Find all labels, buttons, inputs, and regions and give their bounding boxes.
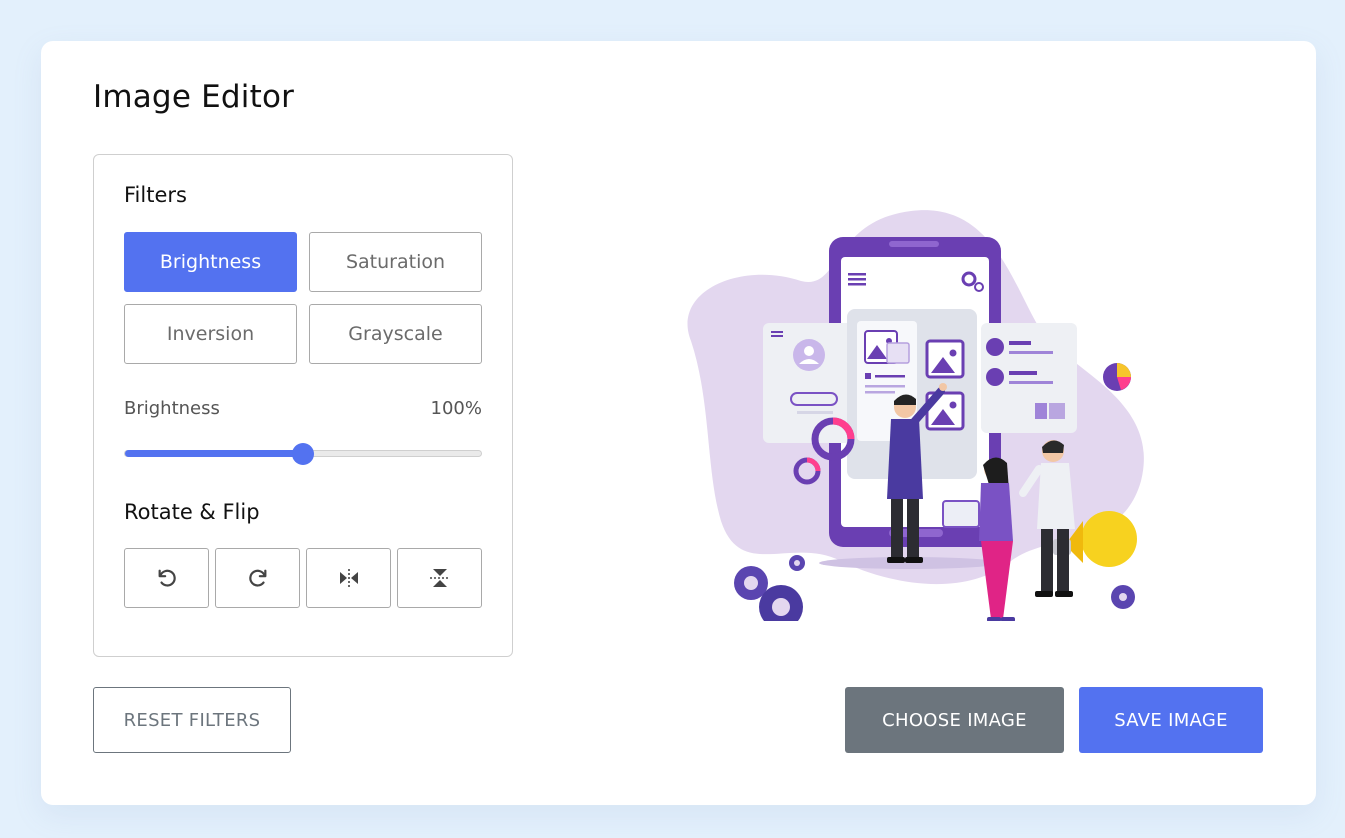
- filter-grayscale-button[interactable]: Grayscale: [309, 304, 482, 364]
- filters-heading: Filters: [124, 183, 187, 207]
- rotate-flip-heading: Rotate & Flip: [124, 500, 260, 524]
- flip-horizontal-button[interactable]: [306, 548, 391, 608]
- editor-panel: Filters Brightness Saturation Inversion …: [93, 154, 513, 657]
- filter-saturation-button[interactable]: Saturation: [309, 232, 482, 292]
- reset-filters-button[interactable]: RESET FILTERS: [93, 687, 291, 753]
- rotate-right-button[interactable]: [215, 548, 300, 608]
- flip-vertical-button[interactable]: [397, 548, 482, 608]
- flip-horizontal-icon: [339, 569, 358, 587]
- flip-vertical-icon: [429, 569, 450, 587]
- filter-brightness-button[interactable]: Brightness: [124, 232, 297, 292]
- choose-image-button[interactable]: CHOOSE IMAGE: [845, 687, 1064, 753]
- filter-slider[interactable]: [124, 443, 482, 465]
- image-editor-card: Image Editor Filters Brightness Saturati…: [41, 41, 1316, 805]
- slider-label: Brightness: [124, 398, 220, 419]
- page-title: Image Editor: [93, 79, 295, 115]
- filter-inversion-button[interactable]: Inversion: [124, 304, 297, 364]
- slider-thumb[interactable]: [292, 443, 314, 465]
- save-image-button[interactable]: SAVE IMAGE: [1079, 687, 1263, 753]
- rotate-left-button[interactable]: [124, 548, 209, 608]
- slider-value: 100%: [430, 398, 482, 419]
- image-preview: [651, 201, 1151, 640]
- rotate-right-icon: [248, 569, 266, 587]
- rotate-left-icon: [158, 569, 176, 587]
- slider-fill: [125, 450, 303, 457]
- team-mobile-app-illustration: [687, 210, 1144, 640]
